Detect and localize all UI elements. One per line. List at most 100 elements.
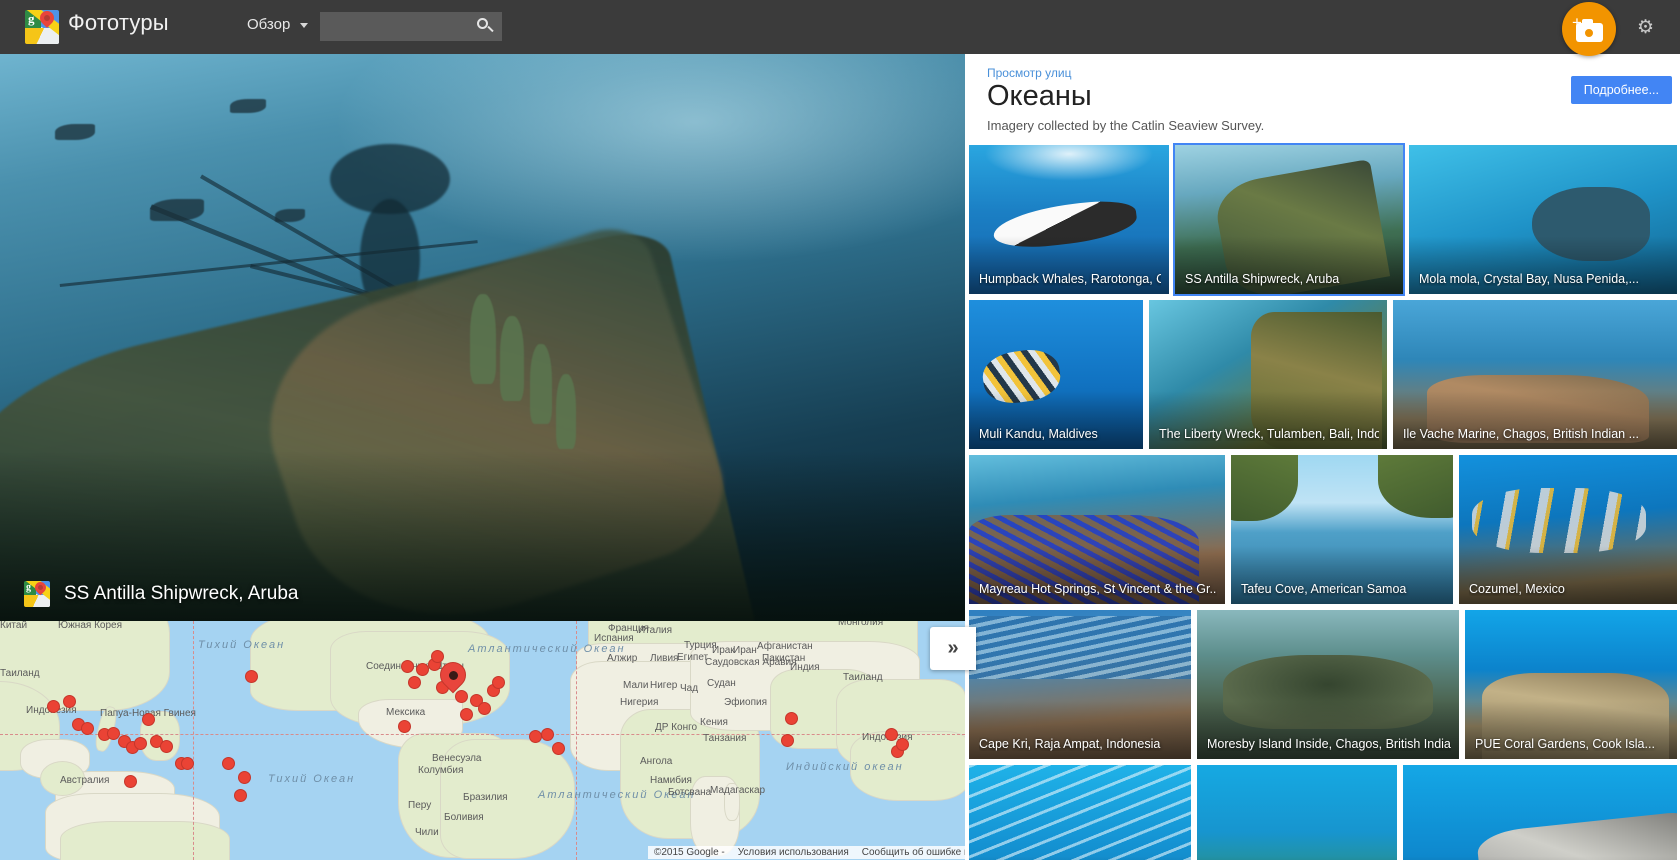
map-selected-marker-pin[interactable]	[434, 656, 472, 696]
collection-header: Просмотр улиц Океаны Imagery collected b…	[965, 54, 1680, 145]
map-ocean-label: Индийский океан	[786, 761, 904, 773]
hero-photo-viewer[interactable]: g SS Antilla Shipwreck, Aruba	[0, 54, 965, 621]
map-marker-dot[interactable]	[541, 728, 554, 741]
map-report-error-link[interactable]: Сообщить об ошибке на карте	[855, 845, 965, 859]
map-marker-dot[interactable]	[478, 702, 491, 715]
nav-browse-dropdown[interactable]: Обзор	[247, 16, 308, 33]
map-marker-dot[interactable]	[785, 712, 798, 725]
map-marker-dot[interactable]	[81, 722, 94, 735]
hero-art	[150, 199, 204, 221]
map-meridian-line	[193, 621, 194, 860]
map-country-label: Нигер	[650, 680, 678, 691]
map-country-label: Ангола	[640, 756, 673, 767]
map-marker-dot[interactable]	[134, 737, 147, 750]
map-country-label: Египет	[677, 652, 709, 663]
map-marker-dot[interactable]	[408, 676, 421, 689]
map-country-label: ДР Конго	[655, 722, 698, 733]
search-box[interactable]	[320, 12, 502, 41]
more-info-button[interactable]: Подробнее...	[1570, 76, 1672, 104]
map-marker-dot[interactable]	[552, 742, 565, 755]
photo-tours-page: g Фототуры Обзор + ⚙	[0, 0, 1680, 860]
hero-art	[470, 294, 496, 384]
thumbnail-row: Mayreau Hot Springs, St Vincent & the Gr…	[969, 455, 1680, 604]
photo-thumbnail[interactable]: PUE Coral Gardens, Cook Isla...	[1465, 610, 1677, 759]
map-attribution-footer: ©2015 Google - Условия использования Соо…	[0, 844, 965, 860]
gear-icon[interactable]: ⚙	[1636, 18, 1655, 37]
map-country-label: Чили	[415, 827, 439, 838]
hero-art	[230, 99, 266, 113]
search-icon[interactable]	[476, 17, 494, 35]
photo-thumbnail[interactable]: Mola mola, Crystal Bay, Nusa Penida,...	[1409, 145, 1677, 294]
thumbnail-image	[1197, 765, 1397, 860]
app-header: g Фототуры Обзор + ⚙	[0, 0, 1680, 56]
map-expand-button[interactable]: »	[930, 627, 976, 670]
map-ocean-label: Атлантический Океан	[468, 643, 626, 655]
map-marker-dot[interactable]	[63, 695, 76, 708]
map-country-label: Кения	[700, 717, 728, 728]
map-marker-dot[interactable]	[181, 757, 194, 770]
thumbnail-caption: Cozumel, Mexico	[1469, 582, 1565, 596]
chevron-down-icon	[299, 22, 308, 28]
search-input[interactable]	[320, 12, 466, 39]
app-brand-title: Фототуры	[68, 10, 169, 35]
map-marker-dot[interactable]	[234, 789, 247, 802]
google-maps-logo[interactable]: g	[25, 10, 59, 44]
photo-thumbnail[interactable]: Cozumel, Mexico	[1459, 455, 1677, 604]
map-country-label: Эфиопия	[724, 697, 767, 708]
map-ocean-label: Тихий Океан	[198, 639, 286, 651]
collection-panel: Просмотр улиц Океаны Imagery collected b…	[965, 54, 1680, 860]
thumbnail-image	[969, 765, 1191, 860]
map-country-label: Таиланд	[843, 672, 883, 683]
world-map[interactable]: Тихий Океан Атлантический Океан Тихий Океа…	[0, 621, 965, 860]
map-marker-dot[interactable]	[142, 713, 155, 726]
map-marker-dot[interactable]	[885, 728, 898, 741]
map-marker-dot[interactable]	[401, 660, 414, 673]
photo-thumbnail[interactable]: Humpback Whales, Rarotonga, Cook ...	[969, 145, 1169, 294]
map-country-label: Ливия	[650, 653, 679, 664]
thumbnail-gradient	[1197, 856, 1397, 860]
map-marker-dot[interactable]	[160, 740, 173, 753]
map-marker-dot[interactable]	[124, 775, 137, 788]
map-country-label: Танзания	[703, 733, 747, 744]
map-country-label: Мексика	[386, 707, 426, 718]
map-country-label: Чад	[680, 683, 699, 694]
page-subtitle: Imagery collected by the Catlin Seaview …	[987, 117, 1265, 133]
map-marker-dot[interactable]	[222, 757, 235, 770]
map-marker-dot[interactable]	[398, 720, 411, 733]
photo-thumbnail[interactable]: Moresby Island Inside, Chagos, British I…	[1197, 610, 1459, 759]
map-country-label: Алжир	[607, 653, 638, 664]
map-ocean-label: Тихий Океан	[268, 773, 356, 785]
map-marker-dot[interactable]	[460, 708, 473, 721]
map-marker-dot[interactable]	[245, 670, 258, 683]
photo-thumbnail[interactable]	[969, 765, 1191, 860]
photo-thumbnail[interactable]	[1403, 765, 1677, 860]
photo-thumbnail[interactable]: Cape Kri, Raja Ampat, Indonesia	[969, 610, 1191, 759]
hero-art	[55, 124, 95, 140]
map-country-label: Венесуэла	[432, 753, 482, 764]
map-marker-dot[interactable]	[781, 734, 794, 747]
map-terms-link[interactable]: Условия использования	[731, 845, 856, 859]
map-country-label: Боливия	[444, 812, 484, 823]
map-country-label: Австралия	[60, 775, 110, 786]
photo-thumbnail[interactable]: The Liberty Wreck, Tulamben, Bali, Indo.…	[1149, 300, 1387, 449]
map-country-label: Монголия	[838, 621, 884, 628]
map-country-label: Судан	[707, 678, 736, 689]
thumbnail-gradient	[969, 856, 1191, 860]
map-marker-dot[interactable]	[529, 730, 542, 743]
map-marker-dot[interactable]	[238, 771, 251, 784]
thumbnail-row: Muli Kandu, Maldives The Liberty Wreck, T…	[969, 300, 1680, 449]
photo-thumbnail-grid: Humpback Whales, Rarotonga, Cook ... SS A…	[969, 143, 1680, 860]
photo-thumbnail[interactable]: Muli Kandu, Maldives	[969, 300, 1143, 449]
photo-thumbnail[interactable]: Ile Vache Marine, Chagos, British Indian…	[1393, 300, 1677, 449]
map-marker-dot[interactable]	[492, 676, 505, 689]
map-meridian-line	[576, 621, 577, 860]
photo-thumbnail[interactable]: Mayreau Hot Springs, St Vincent & the Gr…	[969, 455, 1225, 604]
map-marker-dot[interactable]	[896, 738, 909, 751]
add-photo-camera-button[interactable]: +	[1562, 2, 1616, 56]
map-country-label: Южная Корея	[58, 621, 122, 631]
photo-thumbnail[interactable]	[1197, 765, 1397, 860]
photo-thumbnail[interactable]: Tafeu Cove, American Samoa	[1231, 455, 1453, 604]
map-marker-dot[interactable]	[47, 700, 60, 713]
map-country-label: Казахстан	[738, 621, 785, 624]
photo-thumbnail[interactable]: SS Antilla Shipwreck, Aruba	[1173, 143, 1405, 296]
